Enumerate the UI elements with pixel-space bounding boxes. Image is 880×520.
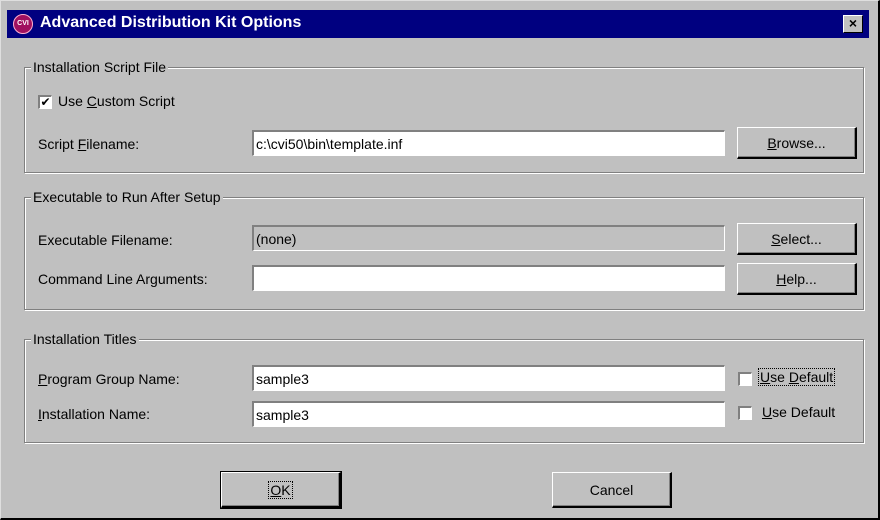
program-group-use-default-label[interactable]: Use Default	[758, 368, 836, 386]
executable-legend: Executable to Run After Setup	[31, 189, 223, 205]
cancel-button[interactable]: Cancel	[552, 472, 672, 508]
executable-filename-field	[252, 225, 725, 251]
installation-name-use-default-checkbox[interactable]	[738, 406, 752, 420]
dialog-window: CVI Advanced Distribution Kit Options × …	[0, 0, 880, 520]
program-group-name-input[interactable]	[252, 365, 725, 391]
help-button[interactable]: Help...	[737, 263, 857, 295]
browse-button[interactable]: Browse...	[737, 127, 857, 159]
installation-name-label: Installation Name:	[38, 406, 151, 422]
use-custom-script-checkbox[interactable]: ✔	[38, 95, 52, 109]
use-custom-script-label[interactable]: Use Custom Script	[58, 93, 175, 109]
executable-filename-label: Executable Filename:	[38, 232, 173, 248]
installation-name-input[interactable]	[252, 401, 725, 427]
installation-script-legend: Installation Script File	[31, 59, 169, 75]
close-icon[interactable]: ×	[843, 15, 863, 33]
installation-name-use-default-label[interactable]: Use Default	[762, 404, 835, 420]
script-filename-label: Script Filename:	[38, 136, 140, 152]
ok-button[interactable]: OK	[220, 471, 342, 509]
cvi-app-icon: CVI	[13, 14, 33, 34]
program-group-use-default-checkbox[interactable]	[738, 372, 752, 386]
installation-titles-legend: Installation Titles	[31, 331, 139, 347]
select-button[interactable]: Select...	[737, 223, 857, 255]
window-title: Advanced Distribution Kit Options	[40, 14, 302, 31]
program-group-name-label: Program Group Name:	[38, 371, 180, 387]
command-line-args-label: Command Line Arguments:	[38, 271, 208, 287]
script-filename-input[interactable]	[252, 130, 725, 156]
title-bar[interactable]: CVI Advanced Distribution Kit Options ×	[7, 10, 869, 38]
command-line-args-input[interactable]	[252, 265, 725, 291]
